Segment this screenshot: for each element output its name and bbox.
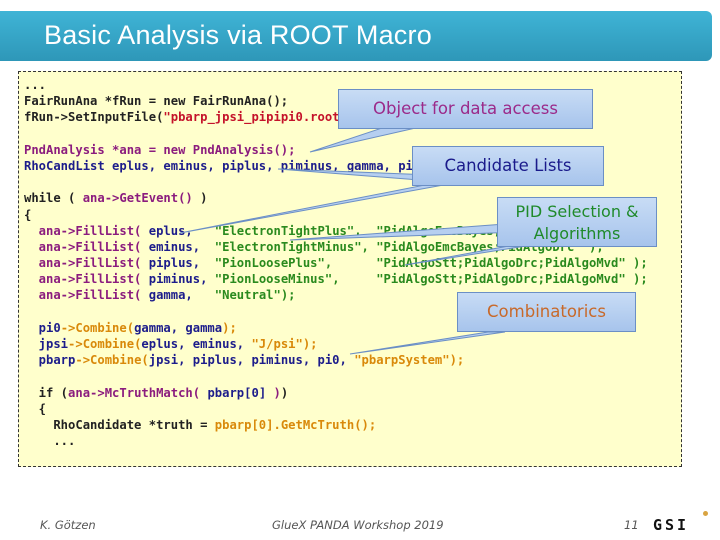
callout-candidate-lists-text: Candidate Lists bbox=[444, 156, 572, 175]
callout-pid-line2: Algorithms bbox=[533, 224, 621, 243]
footer-page: 11 bbox=[624, 518, 639, 532]
code-token: ) bbox=[266, 385, 281, 400]
callout-data-access-text: Object for data access bbox=[373, 99, 558, 118]
code-token: ) bbox=[192, 191, 208, 206]
code-line: ana->FillList( piminus, "PionLooseMinus"… bbox=[24, 271, 648, 287]
code-token: "PionLoosePlus", "PidAlgoStt;PidAlgoDrc;… bbox=[214, 256, 648, 271]
code-token: ana->FillList( bbox=[24, 256, 149, 271]
code-line: jpsi->Combine(eplus, eminus, "J/psi"); bbox=[24, 336, 648, 352]
callout-candidate-lists: Candidate Lists bbox=[412, 146, 604, 186]
code-token: { bbox=[24, 401, 47, 416]
title-bar: Basic Analysis via ROOT Macro bbox=[0, 11, 712, 61]
callout-data-access: Object for data access bbox=[338, 89, 593, 129]
code-listing: ... FairRunAna *fRun = new FairRunAna(); f… bbox=[24, 77, 648, 449]
code-token: pbarp bbox=[24, 353, 76, 368]
gsi-logo-dot-icon bbox=[703, 511, 708, 516]
code-line: pbarp->Combine(jpsi, piplus, piminus, pi… bbox=[24, 352, 648, 368]
code-token: ana->FillList( bbox=[24, 272, 149, 287]
code-token: PndAnalysis *ana = new PndAnalysis(); bbox=[24, 142, 296, 157]
code-line: if (ana->McTruthMatch( pbarp[0] )) bbox=[24, 385, 648, 401]
code-token: jpsi bbox=[24, 337, 69, 351]
code-token: pbarp[0].GetMcTruth(); bbox=[214, 417, 377, 432]
code-token: ->Combine( bbox=[75, 353, 149, 368]
code-token: "J/psi"); bbox=[251, 337, 318, 351]
code-token: "PionLooseMinus", "PidAlgoStt;PidAlgoDrc… bbox=[214, 272, 648, 287]
code-token: pbarp[0] bbox=[207, 385, 267, 400]
code-token: "pbarp_jpsi_pipipi0.root" bbox=[163, 110, 347, 125]
callout-pid-line1: PID Selection & bbox=[515, 202, 639, 221]
code-token: RhoCandidate *truth = bbox=[24, 417, 215, 432]
callout-combinatorics: Combinatorics bbox=[457, 292, 636, 332]
footer-event: GlueX PANDA Workshop 2019 bbox=[272, 518, 444, 532]
code-token: ana->GetEvent() bbox=[82, 191, 193, 206]
callout-combinatorics-text: Combinatorics bbox=[487, 302, 606, 321]
code-token: pi0 bbox=[24, 320, 61, 335]
code-token: gamma, gamma bbox=[134, 320, 223, 335]
code-token: piplus, bbox=[148, 256, 215, 271]
gsi-logo: GSI bbox=[653, 511, 709, 534]
code-token: while ( bbox=[24, 191, 83, 206]
code-line: ana->FillList( piplus, "PionLoosePlus", … bbox=[24, 255, 648, 271]
callout-pid: PID Selection & Algorithms bbox=[497, 197, 657, 247]
code-token: eplus, eminus, bbox=[141, 337, 252, 351]
code-token: ana->FillList( bbox=[24, 239, 149, 254]
code-token: FairRunAna *fRun = new FairRunAna(); bbox=[24, 94, 289, 109]
code-token: ->Combine( bbox=[60, 320, 135, 335]
code-token: "pbarpSystem"); bbox=[354, 353, 465, 368]
code-token: ) bbox=[280, 385, 289, 400]
code-line: RhoCandidate *truth = pbarp[0].GetMcTrut… bbox=[24, 417, 648, 433]
code-token: "Neutral"); bbox=[214, 288, 296, 303]
code-token: gamma, bbox=[148, 288, 215, 303]
gsi-logo-text: GSI bbox=[653, 516, 690, 534]
code-token: ... bbox=[24, 78, 47, 92]
code-token: eplus, bbox=[148, 223, 215, 238]
code-token: if ( bbox=[24, 385, 69, 400]
code-token: ); bbox=[222, 320, 237, 335]
code-token: ana->FillList( bbox=[24, 288, 149, 303]
code-token: fRun->SetInputFile( bbox=[24, 110, 164, 125]
code-token: ana->FillList( bbox=[24, 223, 149, 238]
code-token: eminus, bbox=[148, 239, 215, 254]
code-token: jpsi, piplus, piminus, pi0, bbox=[148, 353, 355, 368]
code-token: { bbox=[24, 207, 32, 222]
code-line: ... bbox=[24, 433, 648, 449]
code-token: piminus, bbox=[148, 272, 215, 287]
code-token: ... bbox=[24, 434, 76, 449]
code-token: ana->McTruthMatch( bbox=[68, 385, 208, 400]
footer-author: K. Götzen bbox=[40, 518, 96, 532]
code-line: { bbox=[24, 401, 648, 417]
code-token: ->Combine( bbox=[68, 337, 142, 351]
slide-title: Basic Analysis via ROOT Macro bbox=[44, 20, 432, 50]
